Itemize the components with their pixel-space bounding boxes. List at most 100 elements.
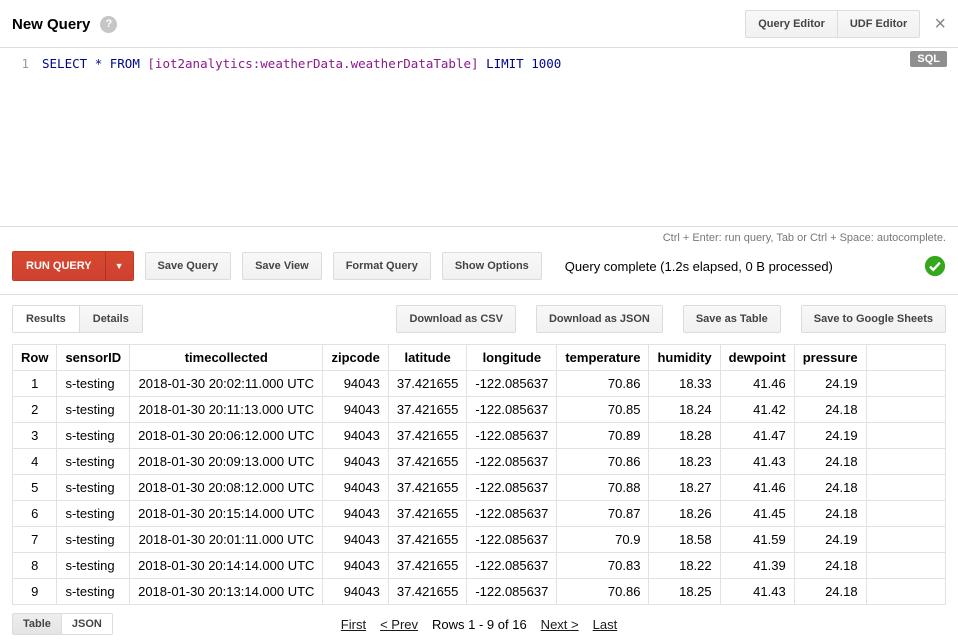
table-cell <box>866 449 945 475</box>
pagination-last-link[interactable]: Last <box>593 617 618 632</box>
table-cell: 41.42 <box>720 397 794 423</box>
table-cell: 18.33 <box>649 371 720 397</box>
column-header <box>866 345 945 371</box>
save-to-sheets-button[interactable]: Save to Google Sheets <box>801 305 946 333</box>
table-cell: 24.18 <box>794 449 866 475</box>
save-as-table-button[interactable]: Save as Table <box>683 305 781 333</box>
table-cell <box>866 397 945 423</box>
page-title: New Query <box>12 16 90 33</box>
table-cell: 41.39 <box>720 553 794 579</box>
table-cell: 24.18 <box>794 579 866 605</box>
table-cell: 37.421655 <box>388 553 466 579</box>
results-footer: Table JSON First < Prev Rows 1 - 9 of 16… <box>0 605 958 643</box>
save-view-button[interactable]: Save View <box>242 252 322 280</box>
save-query-button[interactable]: Save Query <box>145 252 232 280</box>
table-cell: 94043 <box>323 527 388 553</box>
table-cell <box>866 527 945 553</box>
table-cell <box>866 501 945 527</box>
table-cell: 41.43 <box>720 449 794 475</box>
column-header: Row <box>13 345 57 371</box>
table-cell: s-testing <box>57 371 130 397</box>
table-cell: 41.46 <box>720 371 794 397</box>
table-cell: 37.421655 <box>388 527 466 553</box>
table-cell: 41.46 <box>720 475 794 501</box>
table-row: 9s-testing2018-01-30 20:13:14.000 UTC940… <box>13 579 946 605</box>
results-header: Results Details Download as CSV Download… <box>0 295 958 344</box>
table-cell: 37.421655 <box>388 501 466 527</box>
sql-mode-badge: SQL <box>910 51 947 67</box>
pagination-prev-link[interactable]: < Prev <box>380 617 418 632</box>
sql-editor[interactable]: 1 SELECT * FROM [iot2analytics:weatherDa… <box>0 47 958 227</box>
table-cell: 6 <box>13 501 57 527</box>
table-cell: 41.45 <box>720 501 794 527</box>
table-cell: -122.085637 <box>467 527 557 553</box>
table-cell: 18.58 <box>649 527 720 553</box>
table-cell: 9 <box>13 579 57 605</box>
table-row: 4s-testing2018-01-30 20:09:13.000 UTC940… <box>13 449 946 475</box>
download-json-button[interactable]: Download as JSON <box>536 305 663 333</box>
pagination-next-link[interactable]: Next > <box>541 617 579 632</box>
table-cell: 18.22 <box>649 553 720 579</box>
show-options-button[interactable]: Show Options <box>442 252 542 280</box>
view-json-button[interactable]: JSON <box>62 613 113 635</box>
table-cell: -122.085637 <box>467 449 557 475</box>
help-icon[interactable]: ? <box>100 16 117 33</box>
table-cell: -122.085637 <box>467 579 557 605</box>
table-cell: 18.28 <box>649 423 720 449</box>
result-actions: Download as CSV Download as JSON Save as… <box>396 305 946 333</box>
table-cell: 5 <box>13 475 57 501</box>
run-query-dropdown-caret-icon[interactable]: ▼ <box>105 252 133 280</box>
close-icon[interactable]: × <box>934 14 946 34</box>
table-cell: 2018-01-30 20:02:11.000 UTC <box>130 371 323 397</box>
table-cell: 1 <box>13 371 57 397</box>
table-cell: 4 <box>13 449 57 475</box>
table-cell: 37.421655 <box>388 579 466 605</box>
sql-keyword: FROM <box>110 56 140 71</box>
tab-results[interactable]: Results <box>12 305 80 333</box>
table-cell: -122.085637 <box>467 553 557 579</box>
table-cell: 41.59 <box>720 527 794 553</box>
table-cell: 94043 <box>323 475 388 501</box>
line-number: 1 <box>21 56 29 71</box>
table-cell: 94043 <box>323 579 388 605</box>
table-cell: 37.421655 <box>388 449 466 475</box>
query-success-icon <box>924 255 946 277</box>
table-row: 8s-testing2018-01-30 20:14:14.000 UTC940… <box>13 553 946 579</box>
table-cell: 24.18 <box>794 553 866 579</box>
column-header: latitude <box>388 345 466 371</box>
download-csv-button[interactable]: Download as CSV <box>396 305 516 333</box>
query-header: New Query ? Query Editor UDF Editor × <box>0 0 958 47</box>
table-cell: s-testing <box>57 423 130 449</box>
table-cell: 18.27 <box>649 475 720 501</box>
column-header: humidity <box>649 345 720 371</box>
table-cell: 70.9 <box>557 527 649 553</box>
table-cell: 24.19 <box>794 527 866 553</box>
table-cell: 24.18 <box>794 397 866 423</box>
format-query-button[interactable]: Format Query <box>333 252 431 280</box>
query-toolbar: RUN QUERY ▼ Save Query Save View Format … <box>0 247 958 294</box>
run-query-label[interactable]: RUN QUERY <box>13 252 105 280</box>
table-cell <box>866 423 945 449</box>
query-status-text: Query complete (1.2s elapsed, 0 B proces… <box>565 259 833 274</box>
pagination-first-link[interactable]: First <box>341 617 366 632</box>
table-cell: 37.421655 <box>388 397 466 423</box>
table-cell: s-testing <box>57 475 130 501</box>
table-cell <box>866 579 945 605</box>
sql-number: 1000 <box>531 56 561 71</box>
sql-table-reference: [iot2analytics:weatherData.weatherDataTa… <box>147 56 478 71</box>
table-row: 1s-testing2018-01-30 20:02:11.000 UTC940… <box>13 371 946 397</box>
table-cell: 94043 <box>323 553 388 579</box>
run-query-button[interactable]: RUN QUERY ▼ <box>12 251 134 281</box>
table-cell <box>866 371 945 397</box>
table-cell: 18.26 <box>649 501 720 527</box>
view-table-button[interactable]: Table <box>12 613 62 635</box>
table-cell: 70.86 <box>557 449 649 475</box>
table-cell: 41.47 <box>720 423 794 449</box>
table-cell: 94043 <box>323 371 388 397</box>
sql-keyword: LIMIT <box>486 56 524 71</box>
table-cell: 70.86 <box>557 371 649 397</box>
udf-editor-button[interactable]: UDF Editor <box>838 10 920 38</box>
query-editor-button[interactable]: Query Editor <box>745 10 838 38</box>
tab-details[interactable]: Details <box>80 305 143 333</box>
table-cell: 37.421655 <box>388 475 466 501</box>
